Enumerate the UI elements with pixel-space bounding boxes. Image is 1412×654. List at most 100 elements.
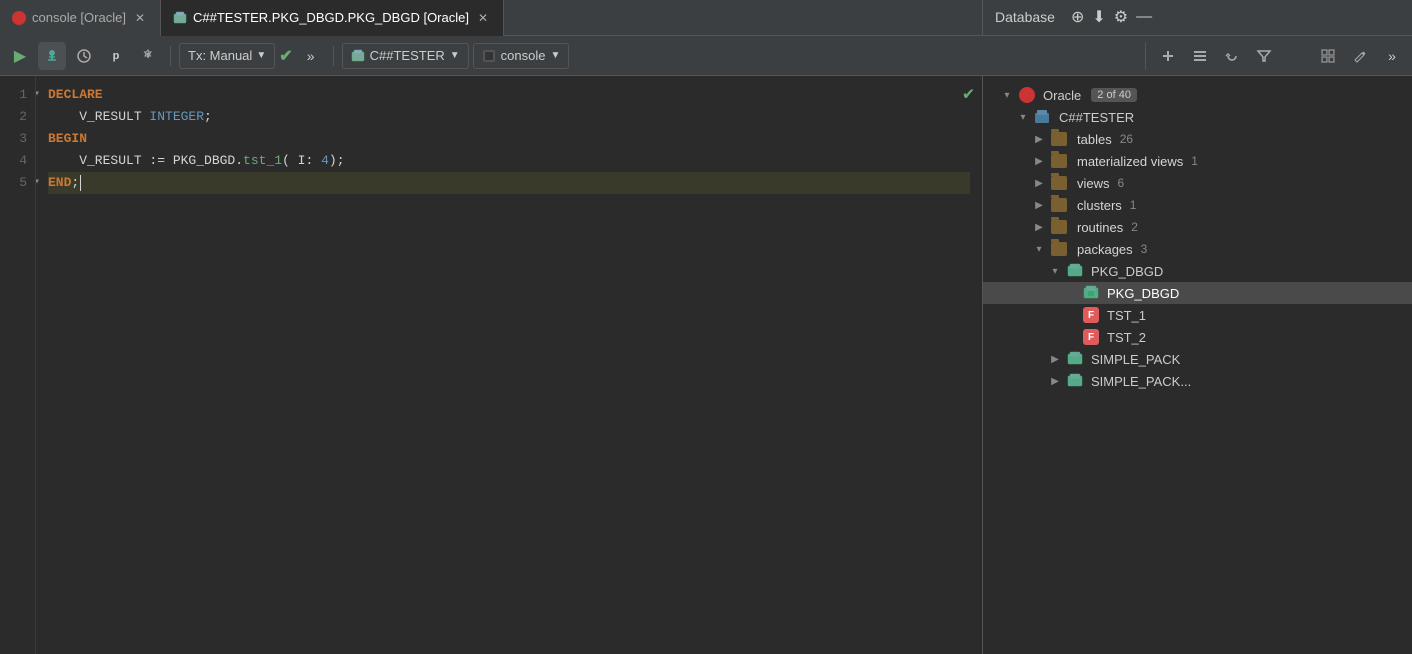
db-add-button[interactable] [1154,42,1182,70]
code-line-5: ▾ END; [48,172,970,194]
tx-manual-dropdown[interactable]: Tx: Manual ▼ [179,43,275,69]
fold-marker-5[interactable]: ▾ [36,172,40,194]
pkg-dbgd-label: PKG_DBGD [1091,264,1163,279]
tree-item-tst2[interactable]: F TST_2 [983,326,1412,348]
tree-item-routines[interactable]: ▶ routines 2 [983,216,1412,238]
conn2-dropdown[interactable]: console ▼ [473,43,570,69]
tree-expand-clusters[interactable]: ▶ [1031,197,1047,213]
tree-expand-routines[interactable]: ▶ [1031,219,1047,235]
code-line-3: BEGIN [48,128,970,150]
db-filter-button[interactable] [1250,42,1278,70]
code-area[interactable]: ✔ ▾ DECLARE V_RESULT INTEGER; BEGIN V_R [36,76,982,654]
oracle-icon [1019,87,1035,103]
tree-expand-simple-pack[interactable]: ▶ [1047,351,1063,367]
tree-expand-tables[interactable]: ▶ [1031,131,1047,147]
db-refresh-button[interactable] [1218,42,1246,70]
simple-pack-icon [1067,351,1083,367]
toolbar-more-btn[interactable]: » [297,42,325,70]
param-i: I [298,150,306,172]
tree-item-pkg-dbgd[interactable]: ▾ PKG_DBGD [983,260,1412,282]
views-badge: 6 [1118,176,1125,190]
db-panel-title: Database [995,9,1055,25]
toolbar-sep-1 [170,46,171,66]
editor-panel: 1 2 3 4 5 ✔ ▾ DECLARE V_RESULT INTEGER; [0,76,982,654]
code-line-2: V_RESULT INTEGER; [48,106,970,128]
var-v-result-2: V_RESULT [48,150,149,172]
tree-item-mat-views[interactable]: ▶ materialized views 1 [983,150,1412,172]
end-semicolon: ; [71,172,79,194]
tree-item-simple-pack2[interactable]: ▶ SIMPLE_PACK... [983,370,1412,392]
num-4: 4 [321,150,329,172]
tab-pkg[interactable]: C##TESTER.PKG_DBGD.PKG_DBGD [Oracle] ✕ [161,0,504,36]
type-integer: INTEGER [149,106,204,128]
layout-icon[interactable]: ⬇ [1092,7,1105,27]
history-button[interactable] [70,42,98,70]
views-folder-icon [1051,176,1067,190]
tab-pkg-close[interactable]: ✕ [475,10,491,26]
packages-badge: 3 [1141,242,1148,256]
tx-chevron: ▼ [256,50,266,61]
tree-item-tables[interactable]: ▶ tables 26 [983,128,1412,150]
clusters-badge: 1 [1130,198,1137,212]
tree-expand-simple-pack2[interactable]: ▶ [1047,373,1063,389]
tree-expand-connection[interactable]: ▾ [1015,109,1031,125]
pkg-ref: PKG_DBGD. [173,150,243,172]
db-stop-button[interactable] [1282,42,1310,70]
tst1-fn-badge: F [1083,307,1099,323]
tree-item-packages[interactable]: ▾ packages 3 [983,238,1412,260]
semicolon-1: ; [204,106,212,128]
kw-begin: BEGIN [48,128,87,150]
db-grid-button[interactable] [1314,42,1342,70]
line-numbers: 1 2 3 4 5 [0,76,36,654]
tables-badge: 26 [1120,132,1133,146]
tree-expand-mat-views[interactable]: ▶ [1031,153,1047,169]
conn1-dropdown[interactable]: C##TESTER ▼ [342,43,469,69]
minimize-icon[interactable]: — [1136,8,1152,26]
simple-pack2-label: SIMPLE_PACK... [1091,374,1191,389]
tab-console[interactable]: console [Oracle] ✕ [0,0,161,36]
tree-expand-oracle[interactable]: ▾ [999,87,1015,103]
db-edit-button[interactable] [1346,42,1374,70]
connection-icon [1035,110,1051,124]
conn1-label: C##TESTER [370,48,445,63]
tree-item-clusters[interactable]: ▶ clusters 1 [983,194,1412,216]
run-button[interactable]: ▶ [6,42,34,70]
tables-label: tables [1077,132,1112,147]
settings-icon[interactable]: ⚙ [1114,7,1128,27]
views-label: views [1077,176,1110,191]
tree-item-oracle[interactable]: ▾ Oracle 2 of 40 [983,84,1412,106]
routines-badge: 2 [1131,220,1138,234]
tree-expand-packages[interactable]: ▾ [1031,241,1047,257]
fn-tst1: tst_1 [243,150,282,172]
db-panel: ▾ Oracle 2 of 40 ▾ C##TESTER ▶ tables 26 [982,76,1412,654]
config-button[interactable] [134,42,162,70]
paren-close: ); [329,150,345,172]
commit-button[interactable]: ✔ [279,46,292,66]
db-more-button[interactable]: » [1378,42,1406,70]
tree-expand-views[interactable]: ▶ [1031,175,1047,191]
clusters-label: clusters [1077,198,1122,213]
oracle-label: Oracle [1043,88,1081,103]
toolbar-sep-2 [333,46,334,66]
assign-op: := [149,150,172,172]
tree-item-connection[interactable]: ▾ C##TESTER [983,106,1412,128]
add-connection-icon[interactable]: ⊕ [1071,7,1084,27]
tx-label: Tx: Manual [188,48,252,63]
tree-expand-pkg-dbgd[interactable]: ▾ [1047,263,1063,279]
tab-console-close[interactable]: ✕ [132,10,148,26]
tree-item-views[interactable]: ▶ views 6 [983,172,1412,194]
db-tree: ▾ Oracle 2 of 40 ▾ C##TESTER ▶ tables 26 [983,76,1412,654]
profile-button[interactable]: p [102,42,130,70]
mat-views-label: materialized views [1077,154,1183,169]
tree-item-tst1[interactable]: F TST_1 [983,304,1412,326]
code-line-4: V_RESULT := PKG_DBGD.tst_1( I: 4); [48,150,970,172]
fold-marker-1[interactable]: ▾ [36,84,40,106]
tab-console-label: console [Oracle] [32,10,126,25]
debug-button[interactable] [38,42,66,70]
tables-folder-icon [1051,132,1067,146]
editor-content: 1 2 3 4 5 ✔ ▾ DECLARE V_RESULT INTEGER; [0,76,982,654]
clusters-folder-icon [1051,198,1067,212]
db-list-button[interactable] [1186,42,1214,70]
tree-item-simple-pack[interactable]: ▶ SIMPLE_PACK [983,348,1412,370]
tree-item-pkg-dbgd-body[interactable]: PKG_DBGD [983,282,1412,304]
